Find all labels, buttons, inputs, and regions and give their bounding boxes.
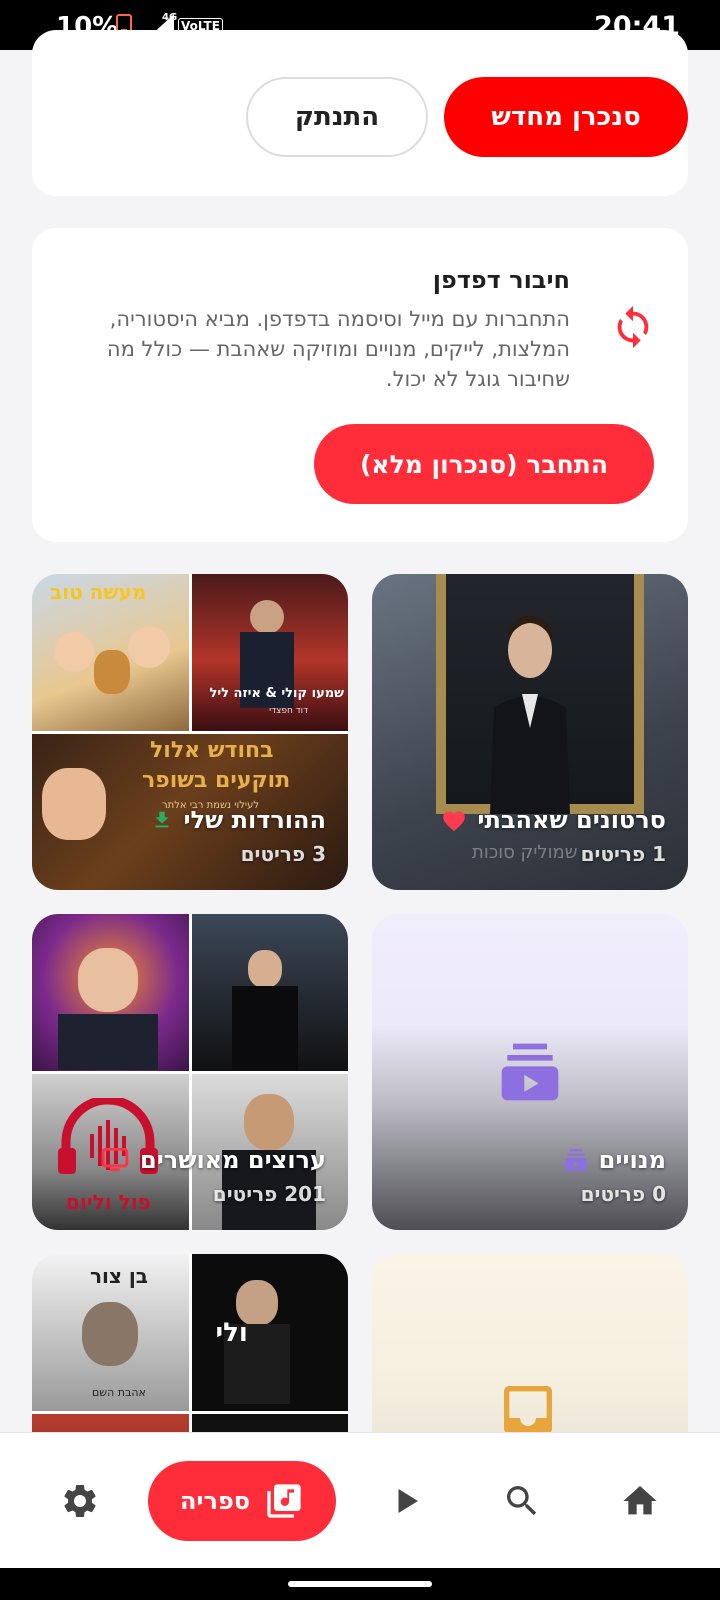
subscriptions-count: 0 פריטים bbox=[580, 1182, 666, 1206]
liked-videos-label: סרטונים שאהבתי bbox=[441, 806, 666, 834]
liked-thumbnail-text: שמוליק סוכות bbox=[472, 842, 578, 863]
approved-channels-title: ערוצים מאושרים bbox=[140, 1146, 326, 1174]
home-indicator[interactable] bbox=[288, 1581, 432, 1587]
nav-home[interactable] bbox=[596, 1433, 684, 1569]
nav-library[interactable]: ספריה bbox=[148, 1461, 336, 1541]
subscriptions-icon bbox=[501, 1043, 559, 1101]
bottom-navigation: ספריה bbox=[0, 1432, 720, 1568]
subscriptions-tile[interactable]: מנויים 0 פריטים bbox=[372, 914, 688, 1230]
browser-connect-card: חיבור דפדפן התחברות עם מייל וסיסמה בדפדפ… bbox=[32, 228, 688, 542]
gear-icon bbox=[64, 1485, 96, 1517]
approved-channels-label: ערוצים מאושרים bbox=[100, 1146, 326, 1174]
resync-button[interactable]: סנכרן מחדש bbox=[444, 77, 688, 157]
downloads-thumb-2-subtext: דוד חפצדי bbox=[269, 706, 308, 716]
play-icon bbox=[398, 1489, 418, 1513]
library-music-icon bbox=[267, 1484, 301, 1518]
nav-settings[interactable] bbox=[36, 1433, 124, 1569]
playlists-thumb-2: ולי bbox=[191, 1254, 348, 1411]
downloads-count: 3 פריטים bbox=[240, 842, 326, 866]
playlists-thumb-2-text: ולי bbox=[215, 1318, 248, 1348]
search-icon bbox=[507, 1486, 537, 1516]
network-type: 4G bbox=[162, 12, 178, 23]
downloads-thumb-2-text: שמעו קולי & איזה ליל bbox=[209, 686, 344, 701]
downloads-thumb-2: שמעו קולי & איזה ליל דוד חפצדי bbox=[191, 574, 348, 731]
sync-icon bbox=[617, 305, 649, 349]
approved-channels-count: 201 פריטים bbox=[212, 1182, 326, 1206]
downloads-thumb-1-text: מעשה טוב bbox=[50, 580, 147, 604]
approved-channels-tile[interactable]: פול וליום ערוצים מאושרים 201 פריטים bbox=[32, 914, 348, 1230]
subscriptions-small-icon bbox=[564, 1149, 587, 1171]
account-card: סנכרן מחדש התנתק bbox=[32, 30, 688, 196]
home-icon bbox=[623, 1486, 657, 1515]
library-label: ספריה bbox=[179, 1487, 251, 1515]
channels-thumb-1 bbox=[32, 914, 189, 1071]
playlists-thumb-1: בן צור אהבת השם bbox=[32, 1254, 189, 1411]
heart-icon bbox=[443, 811, 466, 832]
playlists-thumb-1-subtext: אהבת השם bbox=[92, 1386, 146, 1399]
subscriptions-title: מנויים bbox=[598, 1146, 666, 1174]
downloads-label: ההורדות שלי bbox=[151, 806, 326, 834]
downloads-tile[interactable]: מעשה טוב שמעו קולי & איזה ליל דוד חפצדי … bbox=[32, 574, 348, 890]
downloads-thumb-3-text: בחודש אלול bbox=[150, 737, 274, 763]
browser-connect-title: חיבור דפדפן bbox=[432, 266, 570, 294]
playlists-thumb-1-text: בן צור bbox=[90, 1264, 148, 1288]
tv-icon bbox=[101, 1147, 129, 1172]
channels-thumb-3-text: פול וליום bbox=[66, 1189, 151, 1214]
artist-photo bbox=[490, 615, 570, 814]
nav-search[interactable] bbox=[478, 1433, 566, 1569]
downloads-thumb-3-text-2: תוקעים בשופר bbox=[142, 767, 291, 793]
liked-videos-count: 1 פריטים bbox=[580, 842, 666, 866]
connect-full-sync-button[interactable]: התחבר (סנכרון מלא) bbox=[314, 424, 654, 504]
gesture-bar bbox=[0, 1568, 720, 1600]
nav-player[interactable] bbox=[362, 1433, 450, 1569]
browser-connect-description: התחברות עם מייל וסיסמה בדפדפן. מביא היסט… bbox=[106, 307, 570, 391]
disconnect-button[interactable]: התנתק bbox=[246, 77, 428, 157]
download-icon bbox=[156, 811, 169, 828]
channels-thumb-2 bbox=[191, 914, 348, 1071]
liked-videos-title: סרטונים שאהבתי bbox=[477, 806, 666, 834]
downloads-thumb-1: מעשה טוב bbox=[32, 574, 189, 731]
liked-videos-tile[interactable]: שמוליק סוכות סרטונים שאהבתי 1 פריטים bbox=[372, 574, 688, 890]
subscriptions-label: מנויים bbox=[563, 1146, 666, 1174]
downloads-title: ההורדות שלי bbox=[183, 806, 326, 834]
